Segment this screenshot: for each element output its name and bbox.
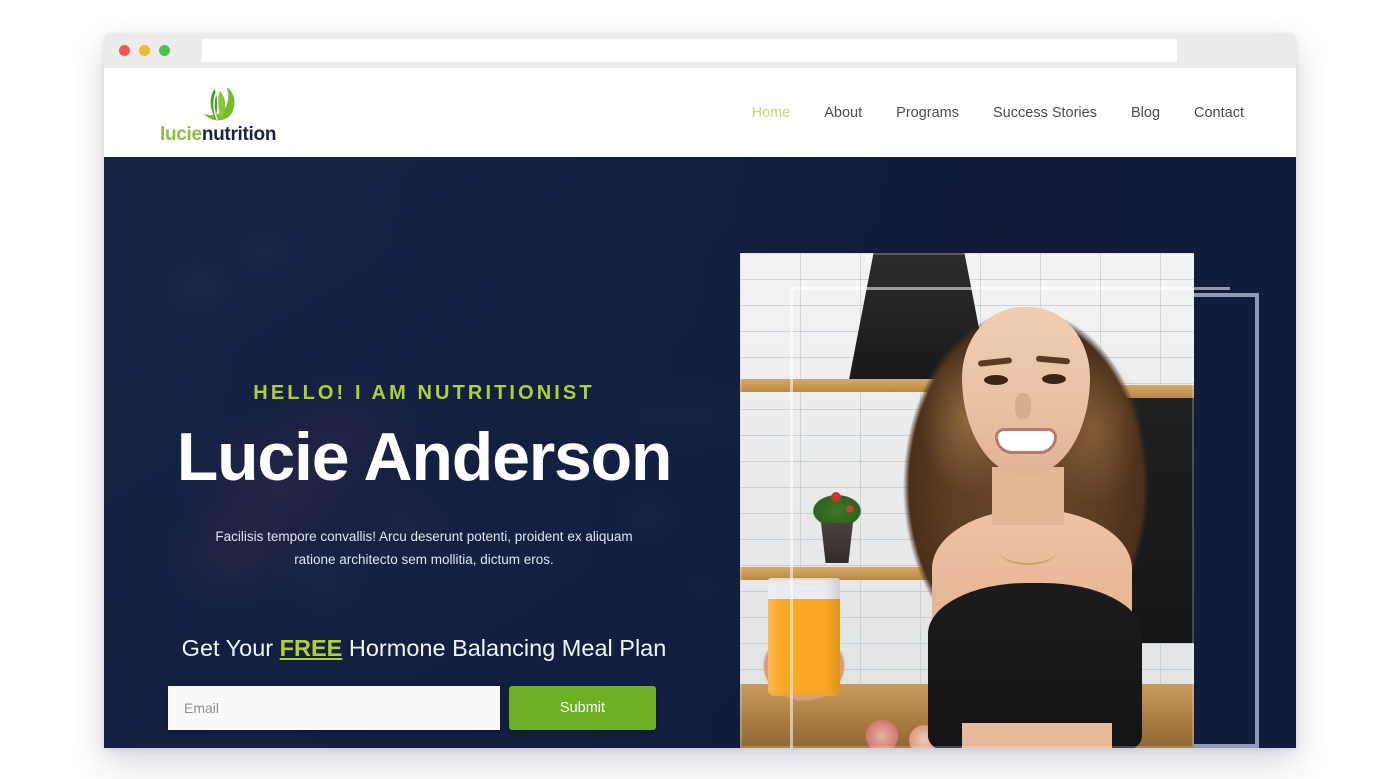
address-bar[interactable] <box>202 39 1177 62</box>
site-logo[interactable]: lucienutrition <box>160 82 276 144</box>
hero-content: HELLO! I AM NUTRITIONIST Lucie Anderson … <box>104 157 744 748</box>
smile <box>998 431 1054 451</box>
screenshot-stage: lucienutrition Home About Programs Succe… <box>0 0 1400 779</box>
hero-eyebrow: HELLO! I AM NUTRITIONIST <box>253 382 595 404</box>
nav-item-contact[interactable]: Contact <box>1194 105 1244 121</box>
minimize-icon[interactable] <box>139 45 150 56</box>
nav-item-about[interactable]: About <box>824 105 862 121</box>
site-header: lucienutrition Home About Programs Succe… <box>104 68 1296 157</box>
nav-item-blog[interactable]: Blog <box>1131 105 1160 121</box>
leaf-circle-icon <box>199 84 237 121</box>
neck <box>992 467 1064 525</box>
eye-left <box>984 375 1008 385</box>
logo-text-primary: lucie <box>160 123 202 145</box>
hero-photo <box>740 253 1194 748</box>
newsletter-signup-form: Submit <box>168 686 656 730</box>
browser-window: lucienutrition Home About Programs Succe… <box>104 33 1296 748</box>
maximize-icon[interactable] <box>159 45 170 56</box>
nose <box>1015 393 1031 419</box>
page-viewport: lucienutrition Home About Programs Succe… <box>104 68 1296 748</box>
cta-prefix: Get Your <box>181 635 280 661</box>
window-controls <box>119 45 170 56</box>
logo-wordmark: lucienutrition <box>160 125 276 144</box>
photo-scene <box>740 253 1194 748</box>
nav-item-success-stories[interactable]: Success Stories <box>993 105 1097 121</box>
logo-text-secondary: nutrition <box>201 123 277 145</box>
main-navigation: Home About Programs Success Stories Blog… <box>752 105 1244 121</box>
nav-item-home[interactable]: Home <box>752 105 791 121</box>
orange-juice-glass <box>768 578 840 696</box>
browser-titlebar <box>104 33 1296 68</box>
submit-button[interactable]: Submit <box>509 686 656 730</box>
hero-title: Lucie Anderson <box>176 419 673 495</box>
cta-suffix: Hormone Balancing Meal Plan <box>342 635 667 661</box>
close-icon[interactable] <box>119 45 130 56</box>
necklace <box>1000 539 1056 565</box>
torso <box>962 723 1112 748</box>
hero-section: HELLO! I AM NUTRITIONIST Lucie Anderson … <box>104 157 1296 748</box>
hero-description: Facilisis tempore convallis! Arcu deseru… <box>215 529 633 568</box>
woman-figure <box>858 253 1194 748</box>
email-input[interactable] <box>168 686 500 730</box>
eye-right <box>1042 374 1066 384</box>
cta-emphasis: FREE <box>279 635 343 661</box>
cta-headline: Get Your FREE Hormone Balancing Meal Pla… <box>104 635 744 662</box>
nav-item-programs[interactable]: Programs <box>896 105 959 121</box>
